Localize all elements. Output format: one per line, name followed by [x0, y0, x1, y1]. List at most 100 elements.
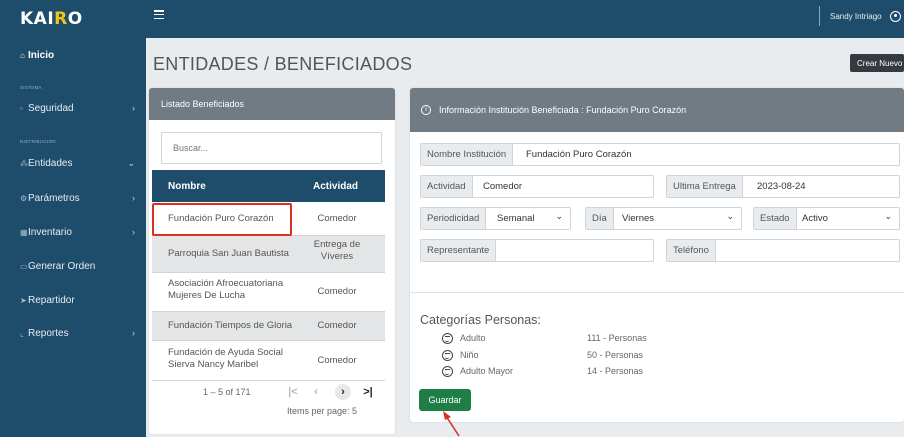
field-label: Ultima Entrega [667, 176, 743, 197]
field-label: Representante [421, 240, 497, 261]
document-icon: ▭ [20, 261, 28, 271]
cell-actividad: Comedor [317, 286, 357, 297]
sidebar-item-label: Seguridad [28, 102, 74, 114]
field-label: Nombre Institución [421, 144, 514, 165]
chevron-down-icon: ⌄ [127, 157, 135, 168]
estado-select[interactable]: Estado Activo ⌄ [753, 207, 900, 230]
cell-nombre: Fundación de Ayuda Social Sierva Nancy M… [168, 347, 283, 370]
sliders-icon: ⚙ [20, 193, 28, 203]
sidebar-item-seguridad[interactable]: ▫ Seguridad › [0, 96, 146, 120]
chevron-right-icon: › [132, 103, 135, 113]
field-value: Fundación Puro Corazón [526, 149, 632, 160]
table-row[interactable]: Parroquia San Juan Bautista Entrega de V… [152, 236, 385, 273]
chevron-right-icon: › [132, 227, 135, 237]
sidebar-item-inicio[interactable]: ⌂ Inicio [0, 43, 146, 67]
home-icon: ⌂ [20, 50, 25, 60]
categoria-count: 50 - Personas [587, 350, 644, 360]
items-per-page: Items per page: 5 [287, 406, 358, 416]
page-title: ENTIDADES / BENEFICIADOS [153, 54, 413, 74]
brand-logo: KAIRO [20, 9, 83, 29]
field-value: Comedor [483, 181, 523, 192]
chevron-down-icon: ⌄ [726, 211, 734, 221]
user-circle-icon[interactable] [890, 11, 901, 22]
sidebar-item-label: Entidades [28, 157, 73, 169]
field-value: Viernes [622, 213, 655, 224]
categoria-name: Niño [460, 350, 479, 360]
sidebar-item-label: Reportes [28, 327, 69, 339]
cell-actividad: Entrega de Víveres [313, 239, 361, 262]
cell-actividad: Comedor [317, 320, 357, 331]
chevron-right-icon: › [132, 328, 135, 338]
sidebar-item-entidades[interactable]: ⁂ Entidades ⌄ [0, 151, 146, 175]
field-label: Día [586, 208, 614, 229]
selected-row-highlight [152, 203, 292, 236]
table-row[interactable]: Fundación Tiempos de Gloria Comedor [152, 312, 385, 341]
brand[interactable]: KAIRO [0, 0, 146, 38]
field-label: Estado [754, 208, 797, 229]
section-label-distribucion: DISTRIBUCIÓN [20, 139, 56, 144]
sidebar-item-inventario[interactable]: ▦ Inventario › [0, 220, 146, 244]
cell-actividad: Comedor [317, 213, 357, 224]
telefono-field[interactable]: Teléfono [666, 239, 900, 262]
table-row[interactable]: Asociación Afroecuatoriana Mujeres De Lu… [152, 273, 385, 312]
ultima-entrega-field[interactable]: Ultima Entrega 2023-08-24 [666, 175, 900, 198]
detail-card-header: i Información Institución Beneficiada : … [410, 88, 904, 132]
field-value: Semanal [497, 213, 535, 224]
sidebar-item-parametros[interactable]: ⚙ Parámetros › [0, 186, 146, 210]
list-card-title: Listado Beneficiados [161, 99, 245, 109]
chevron-right-icon: › [132, 193, 135, 203]
categorias-title: Categorías Personas: [420, 313, 541, 327]
smile-icon [442, 333, 453, 344]
categoria-name: Adulto Mayor [460, 366, 514, 376]
table-header: Nombre Actividad [152, 170, 385, 202]
smile-icon [442, 350, 453, 361]
column-header-nombre[interactable]: Nombre [168, 181, 206, 192]
lock-icon: ▫ [20, 103, 23, 113]
next-page-icon[interactable]: › [335, 384, 351, 400]
chevron-down-icon: ⌄ [884, 211, 892, 221]
hamburger-icon[interactable] [154, 10, 164, 20]
chevron-down-icon: ⌄ [555, 211, 563, 221]
red-arrow-annotation [443, 411, 460, 437]
pagination-range: 1 – 5 of 171 [203, 387, 251, 397]
user-name[interactable]: Sandy Intriago [830, 12, 882, 21]
sidebar-item-label: Repartidor [28, 294, 75, 306]
nombre-institucion-field[interactable]: Nombre Institución Fundación Puro Corazó… [420, 143, 900, 166]
representante-field[interactable]: Representante [420, 239, 654, 262]
sidebar-item-generar-orden[interactable]: ▭ Generar Orden [0, 254, 146, 278]
divider [410, 292, 904, 293]
sidebar-item-label: Generar Orden [28, 260, 96, 272]
table-row[interactable]: Fundación de Ayuda Social Sierva Nancy M… [152, 341, 385, 381]
field-value: 2023-08-24 [757, 181, 806, 192]
save-button[interactable]: Guardar [419, 389, 471, 411]
column-header-actividad[interactable]: Actividad [313, 181, 358, 192]
send-icon: ➤ [20, 295, 27, 305]
box-icon: ▦ [20, 227, 28, 237]
field-label: Periodicidad [421, 208, 487, 229]
sidebar-item-repartidor[interactable]: ➤ Repartidor [0, 288, 146, 312]
smile-icon [442, 366, 453, 377]
topbar-divider [819, 6, 820, 26]
actividad-field[interactable]: Actividad Comedor [420, 175, 654, 198]
cell-nombre: Parroquia San Juan Bautista [168, 248, 289, 259]
chart-icon: ⌞ [20, 328, 24, 338]
sidebar-item-label: Inventario [28, 226, 72, 238]
list-card-header: Listado Beneficiados [149, 88, 395, 120]
categoria-count: 14 - Personas [587, 366, 644, 376]
section-label-sistema: SISTEMA [20, 85, 42, 90]
field-label: Actividad [421, 176, 473, 197]
field-label: Teléfono [667, 240, 716, 261]
dia-select[interactable]: Día Viernes ⌄ [585, 207, 742, 230]
sidebar-item-label: Parámetros [28, 192, 80, 204]
sidebar-item-label: Inicio [28, 49, 55, 61]
cell-nombre: Asociación Afroecuatoriana Mujeres De Lu… [168, 278, 284, 301]
sidebar: ⌂ Inicio SISTEMA ▫ Seguridad › DISTRIBUC… [0, 38, 146, 437]
create-new-button[interactable]: Crear Nuevo [850, 54, 904, 72]
last-page-icon[interactable]: >| [360, 384, 376, 400]
periodicidad-select[interactable]: Periodicidad Semanal ⌄ [420, 207, 571, 230]
search-input[interactable] [161, 132, 382, 164]
cell-nombre: Fundación Tiempos de Gloria [168, 320, 293, 331]
previous-page-icon[interactable]: ‹ [308, 384, 324, 400]
sidebar-item-reportes[interactable]: ⌞ Reportes › [0, 321, 146, 345]
first-page-icon[interactable]: |< [285, 384, 301, 400]
